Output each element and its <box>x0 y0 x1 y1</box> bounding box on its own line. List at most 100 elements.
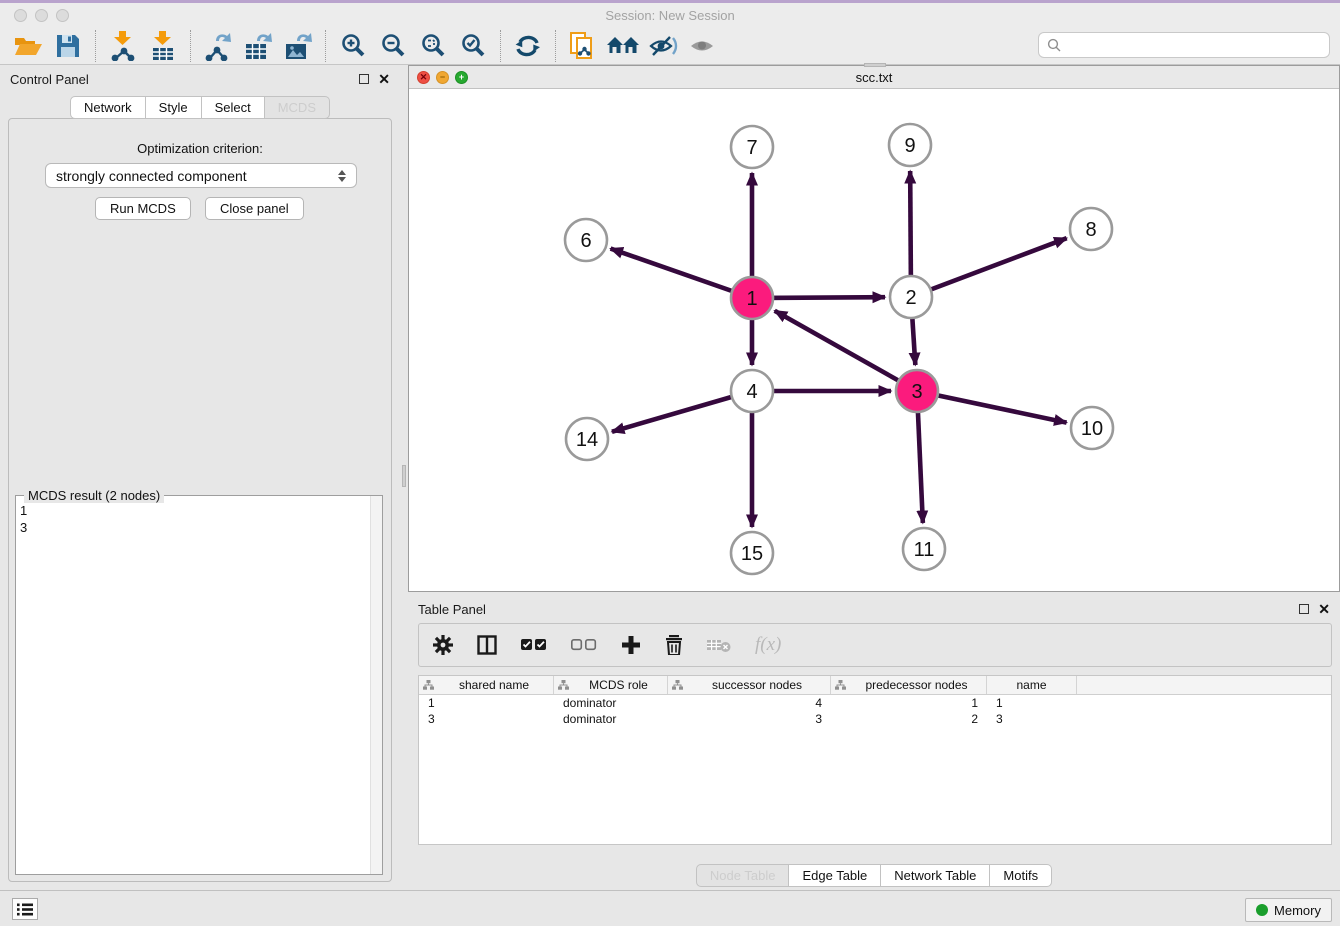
svg-text:6: 6 <box>580 230 591 252</box>
search-box[interactable] <box>1038 32 1330 58</box>
svg-text:11: 11 <box>914 539 935 561</box>
control-panel: Control Panel ✕ NetworkStyleSelectMCDS O… <box>0 65 400 890</box>
toolbar-separator <box>95 30 96 62</box>
memory-button[interactable]: Memory <box>1245 898 1332 922</box>
open-folder-icon[interactable] <box>8 29 48 63</box>
main-toolbar <box>0 27 1340 65</box>
close-panel-icon[interactable]: ✕ <box>378 74 390 84</box>
result-line: 3 <box>20 519 368 536</box>
deselect-all-icon[interactable] <box>571 638 597 652</box>
table-cell[interactable]: 2 <box>831 712 987 726</box>
column-header-mcds-role[interactable]: MCDS role <box>554 676 668 694</box>
control-panel-tabs: NetworkStyleSelectMCDS <box>0 96 400 119</box>
memory-label: Memory <box>1274 903 1321 918</box>
delete-column-icon[interactable] <box>665 635 683 655</box>
svg-text:2: 2 <box>905 287 916 309</box>
run-mcds-button[interactable]: Run MCDS <box>95 197 191 220</box>
import-network-icon[interactable] <box>103 29 143 63</box>
app-title: Session: New Session <box>0 8 1340 23</box>
gear-icon[interactable] <box>433 635 453 655</box>
table-row[interactable]: 3dominator323 <box>419 711 1331 727</box>
svg-text:14: 14 <box>576 429 598 451</box>
import-table-icon[interactable] <box>143 29 183 63</box>
export-image-icon[interactable] <box>278 29 318 63</box>
table-cell[interactable]: dominator <box>554 696 668 710</box>
duplicate-network-icon[interactable] <box>563 29 603 63</box>
table-cell[interactable]: 3 <box>987 712 1077 726</box>
toolbar-separator <box>325 30 326 62</box>
hide-eye-icon[interactable] <box>643 29 683 63</box>
add-column-icon[interactable] <box>621 635 641 655</box>
graph-node-7[interactable]: 7 <box>731 126 773 168</box>
table-tab-node-table[interactable]: Node Table <box>696 864 790 887</box>
zoom-fit-icon[interactable] <box>413 29 453 63</box>
table-tab-edge-table[interactable]: Edge Table <box>789 864 881 887</box>
network-graph-canvas[interactable]: 7 9 6 8 1 2 4 3 14 10 15 11 <box>409 89 1339 591</box>
table-row[interactable]: 1dominator411 <box>419 695 1331 711</box>
tab-mcds[interactable]: MCDS <box>265 96 330 119</box>
columns-icon[interactable] <box>477 635 497 655</box>
column-header-name[interactable]: name <box>987 676 1077 694</box>
table-tab-motifs[interactable]: Motifs <box>990 864 1052 887</box>
tab-select[interactable]: Select <box>202 96 265 119</box>
close-table-panel-icon[interactable]: ✕ <box>1318 604 1330 614</box>
table-cell[interactable]: 3 <box>668 712 831 726</box>
close-panel-button[interactable]: Close panel <box>205 197 304 220</box>
table-cell[interactable]: 4 <box>668 696 831 710</box>
criterion-selected-value: strongly connected component <box>56 168 247 184</box>
result-scrollbar[interactable] <box>370 496 382 874</box>
optimization-criterion-select[interactable]: strongly connected component <box>45 163 357 188</box>
toolbar-separator <box>190 30 191 62</box>
vertical-splitter[interactable] <box>401 65 408 592</box>
svg-text:4: 4 <box>746 381 757 403</box>
graph-node-11[interactable]: 11 <box>903 528 945 570</box>
table-cell[interactable]: 3 <box>419 712 554 726</box>
table-cell[interactable]: 1 <box>419 696 554 710</box>
export-table-icon[interactable] <box>238 29 278 63</box>
graph-node-10[interactable]: 10 <box>1071 407 1113 449</box>
edge-3-1[interactable] <box>775 311 917 391</box>
select-all-icon[interactable] <box>521 638 547 652</box>
graph-node-6[interactable]: 6 <box>565 219 607 261</box>
refresh-icon[interactable] <box>508 29 548 63</box>
graph-node-3[interactable]: 3 <box>896 370 938 412</box>
float-table-panel-icon[interactable] <box>1299 604 1309 614</box>
column-header-shared-name[interactable]: shared name <box>419 676 554 694</box>
node-table[interactable]: shared nameMCDS rolesuccessor nodesprede… <box>418 675 1332 845</box>
save-icon[interactable] <box>48 29 88 63</box>
mcds-panel: Optimization criterion: strongly connect… <box>8 118 392 882</box>
column-header-successor-nodes[interactable]: successor nodes <box>668 676 831 694</box>
h-splitter-grip[interactable] <box>864 63 886 67</box>
table-panel-header: Table Panel ✕ <box>408 595 1340 623</box>
export-network-icon[interactable] <box>198 29 238 63</box>
task-history-button[interactable] <box>12 898 38 920</box>
table-tab-network-table[interactable]: Network Table <box>881 864 990 887</box>
zoom-selected-icon[interactable] <box>453 29 493 63</box>
splitter-grip[interactable] <box>402 465 406 487</box>
table-cell[interactable]: dominator <box>554 712 668 726</box>
zoom-in-icon[interactable] <box>333 29 373 63</box>
column-header-predecessor-nodes[interactable]: predecessor nodes <box>831 676 987 694</box>
show-eye-icon[interactable] <box>683 29 723 63</box>
edge-2-8[interactable] <box>911 238 1067 297</box>
tab-style[interactable]: Style <box>146 96 202 119</box>
tab-network[interactable]: Network <box>70 96 146 119</box>
graph-node-14[interactable]: 14 <box>566 418 608 460</box>
graph-node-1[interactable]: 1 <box>731 277 773 319</box>
home-icon[interactable] <box>603 29 643 63</box>
table-cell[interactable]: 1 <box>831 696 987 710</box>
float-panel-icon[interactable] <box>359 74 369 84</box>
edge-1-6[interactable] <box>611 249 752 298</box>
table-cell[interactable]: 1 <box>987 696 1077 710</box>
toolbar-separator <box>555 30 556 62</box>
mcds-result-text[interactable]: 13 <box>20 502 368 872</box>
edge-3-10[interactable] <box>917 391 1067 423</box>
svg-text:1: 1 <box>746 288 757 310</box>
search-input[interactable] <box>1067 38 1321 53</box>
graph-node-2[interactable]: 2 <box>890 276 932 318</box>
graph-node-15[interactable]: 15 <box>731 532 773 574</box>
graph-node-9[interactable]: 9 <box>889 124 931 166</box>
zoom-out-icon[interactable] <box>373 29 413 63</box>
graph-node-4[interactable]: 4 <box>731 370 773 412</box>
graph-node-8[interactable]: 8 <box>1070 208 1112 250</box>
